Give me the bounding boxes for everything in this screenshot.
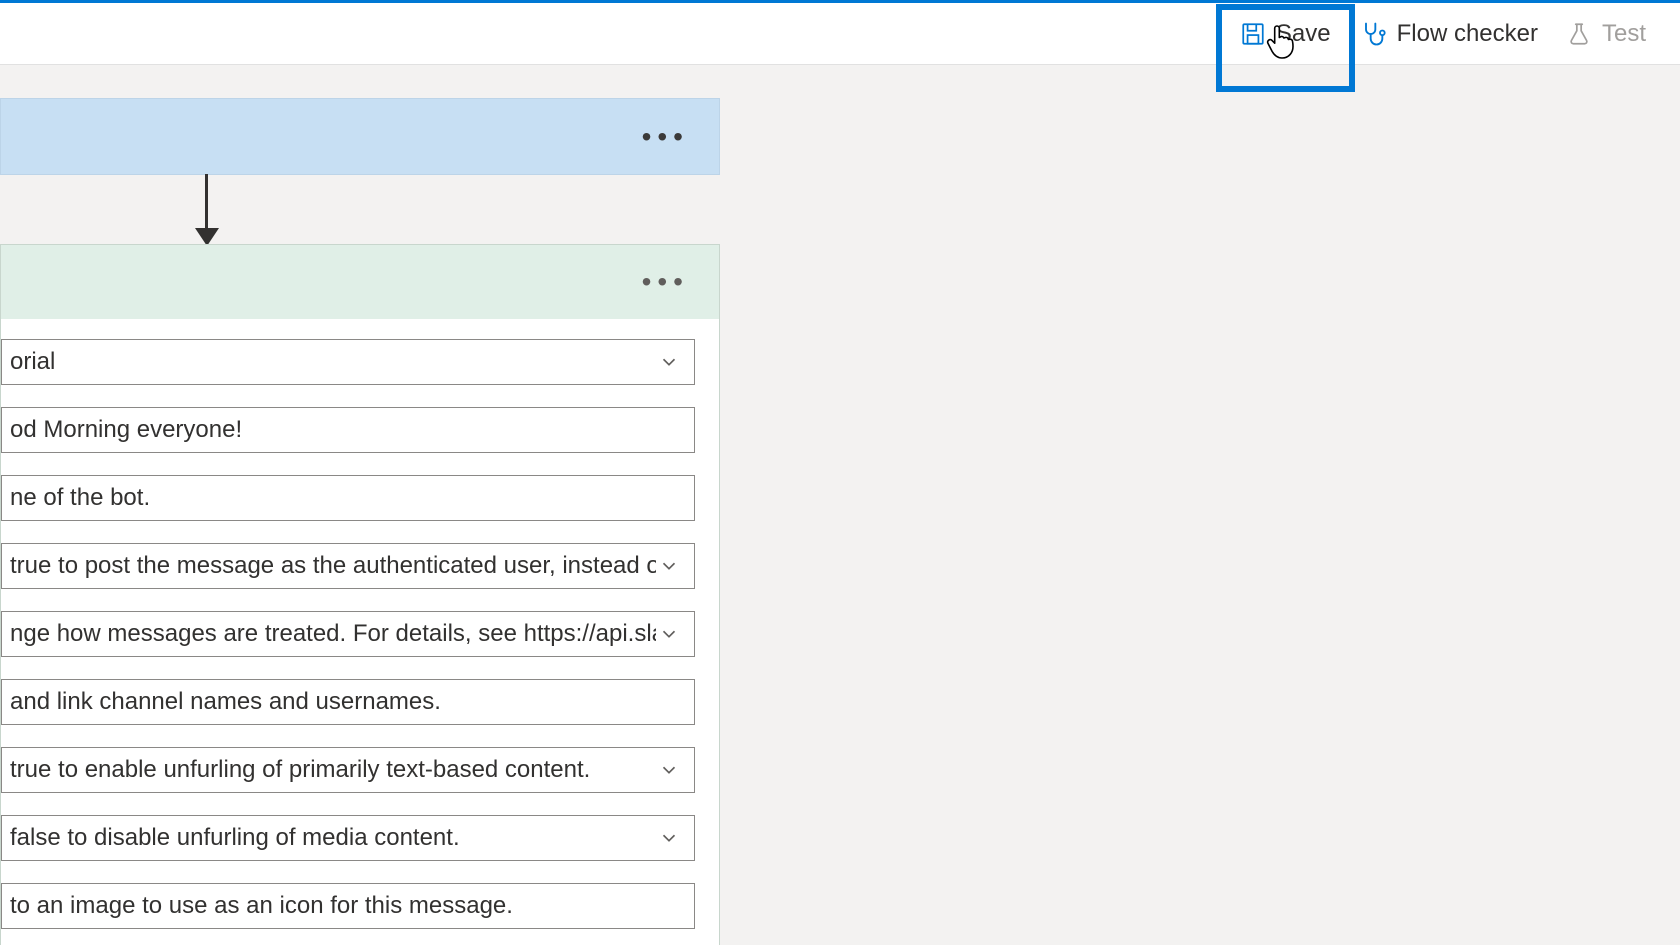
- message-text-input[interactable]: od Morning everyone!: [1, 407, 695, 453]
- editor-toolbar: Save Flow checker Test: [0, 3, 1680, 65]
- chevron-down-icon: [656, 623, 682, 645]
- field-text: to an image to use as an icon for this m…: [10, 892, 682, 920]
- ellipsis-icon: •••: [642, 121, 689, 152]
- icon-url-input[interactable]: to an image to use as an icon for this m…: [1, 883, 695, 929]
- post-as-user-select[interactable]: true to post the message as the authenti…: [1, 543, 695, 589]
- unfurl-media-select[interactable]: false to disable unfurling of media cont…: [1, 815, 695, 861]
- save-icon: [1240, 21, 1266, 47]
- channel-select[interactable]: orial: [1, 339, 695, 385]
- save-button[interactable]: Save: [1226, 10, 1345, 58]
- flow-canvas[interactable]: ••• ••• orial: [0, 66, 1680, 945]
- action-card[interactable]: ••• orial od Morning everyone!: [0, 244, 720, 945]
- chevron-down-icon: [656, 827, 682, 849]
- trigger-card[interactable]: •••: [0, 98, 720, 175]
- chevron-down-icon: [656, 555, 682, 577]
- unfurl-links-select[interactable]: true to enable unfurling of primarily te…: [1, 747, 695, 793]
- save-button-label: Save: [1276, 20, 1331, 48]
- connector-arrow: [205, 174, 207, 244]
- test-label: Test: [1602, 20, 1646, 48]
- bot-name-input[interactable]: ne of the bot.: [1, 475, 695, 521]
- field-text: nge how messages are treated. For detail…: [10, 620, 656, 648]
- action-form: orial od Morning everyone! ne of the bot…: [1, 319, 719, 945]
- field-text: and link channel names and usernames.: [10, 688, 682, 716]
- action-card-header[interactable]: •••: [1, 245, 719, 319]
- parse-mode-select[interactable]: nge how messages are treated. For detail…: [1, 611, 695, 657]
- flask-icon: [1566, 21, 1592, 47]
- flow-checker-button[interactable]: Flow checker: [1345, 10, 1552, 58]
- flow-checker-label: Flow checker: [1397, 20, 1538, 48]
- field-text: ne of the bot.: [10, 484, 682, 512]
- field-text: orial: [10, 348, 656, 376]
- stethoscope-icon: [1359, 20, 1387, 48]
- field-text: od Morning everyone!: [10, 416, 682, 444]
- trigger-card-menu[interactable]: •••: [642, 121, 689, 153]
- action-card-menu[interactable]: •••: [642, 266, 689, 298]
- chevron-down-icon: [656, 759, 682, 781]
- chevron-down-icon: [656, 351, 682, 373]
- test-button[interactable]: Test: [1552, 10, 1660, 58]
- field-text: true to post the message as the authenti…: [10, 552, 656, 580]
- link-names-input[interactable]: and link channel names and usernames.: [1, 679, 695, 725]
- field-text: false to disable unfurling of media cont…: [10, 824, 656, 852]
- ellipsis-icon: •••: [642, 266, 689, 297]
- field-text: true to enable unfurling of primarily te…: [10, 756, 656, 784]
